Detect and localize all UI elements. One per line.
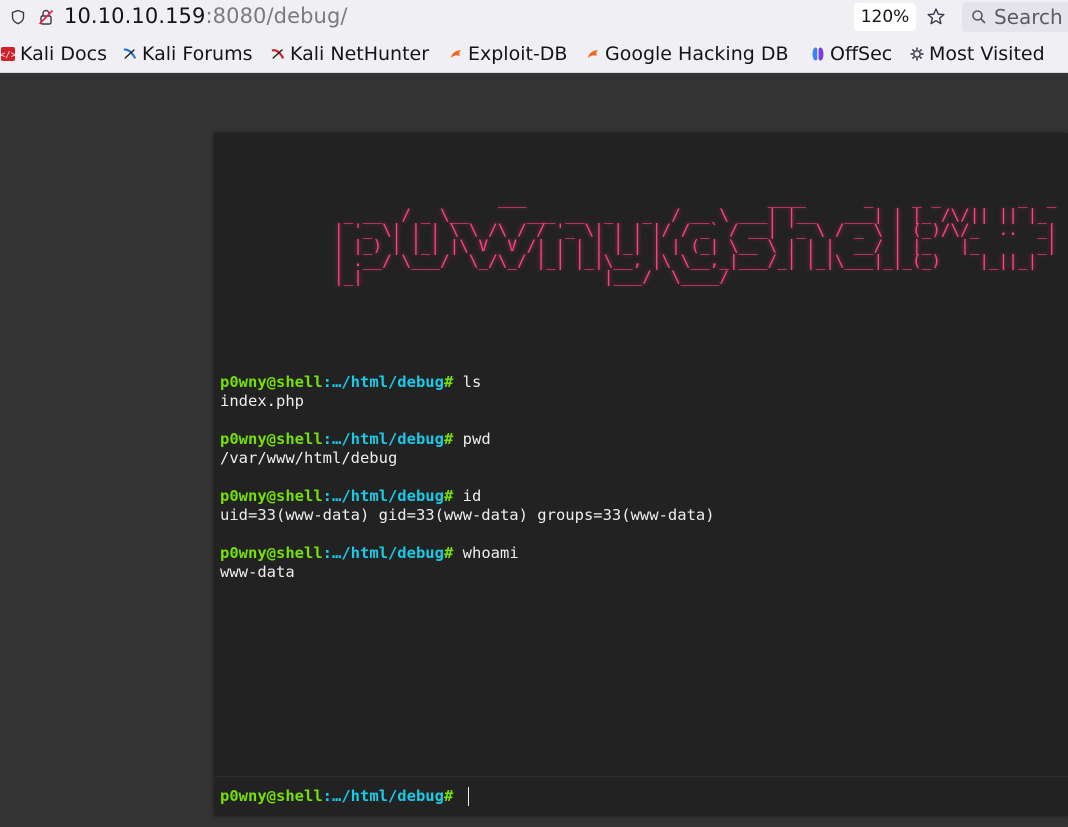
web-shell-terminal: ___ ____ _ _ _ _ _ _ __ / _ \__ ___ __ _… <box>214 133 1068 816</box>
bookmark-offsec[interactable]: OffSec <box>811 42 892 66</box>
insecure-lock-icon[interactable] <box>37 8 55 26</box>
command-line: p0wny@shell:…/html/debug# ls <box>220 373 1060 392</box>
prompt-hash: # <box>443 487 454 505</box>
command-block: p0wny@shell:…/html/debug# pwd/var/www/ht… <box>220 430 1060 468</box>
kali-nethunter-icon <box>271 47 285 61</box>
prompt-hash: # <box>443 373 454 391</box>
prompt-path: :…/html/debug <box>322 487 444 505</box>
prompt-path: :…/html/debug <box>322 373 444 391</box>
prompt-user: p0wny@shell <box>220 787 323 805</box>
prompt-path: :…/html/debug <box>322 430 444 448</box>
bookmarks-toolbar: </> Kali Docs Kali Forums Kali NetHunter… <box>0 36 1068 73</box>
bookmark-kali-forums[interactable]: Kali Forums <box>123 42 253 66</box>
command-output: uid=33(www-data) gid=33(www-data) groups… <box>220 506 715 524</box>
kali-forums-icon <box>123 47 137 61</box>
bookmark-label: Exploit-DB <box>468 43 568 65</box>
page-body: ___ ____ _ _ _ _ _ _ __ / _ \__ ___ __ _… <box>0 73 1068 827</box>
url-bar[interactable]: 10.10.10.159:8080/debug/ 120% Search <box>0 0 1068 36</box>
prompt-user: p0wny@shell <box>220 487 323 505</box>
prompt-user: p0wny@shell <box>220 544 323 562</box>
prompt-user: p0wny@shell <box>220 373 323 391</box>
bookmark-label: Kali Forums <box>142 43 253 65</box>
bookmark-label: Google Hacking DB <box>605 43 789 65</box>
prompt-path: :…/html/debug <box>322 787 444 805</box>
command-output: index.php <box>220 392 304 410</box>
input-prompt: p0wny@shell:…/html/debug# <box>220 787 453 805</box>
search-box[interactable]: Search <box>962 2 1068 32</box>
ghdb-icon <box>586 47 600 61</box>
command-text: pwd <box>462 430 491 448</box>
command-output: www-data <box>220 563 295 581</box>
url-path: :8080/debug/ <box>205 4 348 28</box>
command-line: p0wny@shell:…/html/debug# whoami <box>220 544 1060 563</box>
prompt-path: :…/html/debug <box>322 544 444 562</box>
prompt-hash: # <box>443 787 454 805</box>
command-input[interactable] <box>470 785 1050 807</box>
exploit-db-icon <box>449 47 463 61</box>
gear-icon <box>910 47 924 61</box>
shell-input-bar[interactable]: p0wny@shell:…/html/debug# <box>214 776 1068 816</box>
url-text[interactable]: 10.10.10.159:8080/debug/ <box>64 4 348 28</box>
zoom-level-button[interactable]: 120% <box>854 3 916 31</box>
url-host: 10.10.10.159 <box>64 4 206 28</box>
shell-banner-ascii-art: ___ ____ _ _ _ _ _ _ __ / _ \__ ___ __ _… <box>334 189 1057 286</box>
shield-icon[interactable] <box>9 8 27 26</box>
bookmark-google-hacking-db[interactable]: Google Hacking DB <box>586 42 789 66</box>
kali-docs-icon: </> <box>1 47 15 61</box>
bookmark-label: Most Visited <box>929 43 1045 65</box>
command-block: p0wny@shell:…/html/debug# whoami www-data <box>220 544 1060 582</box>
offsec-icon <box>811 47 825 61</box>
command-line: p0wny@shell:…/html/debug# id <box>220 487 1060 506</box>
command-block: p0wny@shell:…/html/debug# id uid=33(www-d… <box>220 487 1060 525</box>
command-line: p0wny@shell:…/html/debug# pwd <box>220 430 1060 449</box>
prompt-hash: # <box>443 430 454 448</box>
svg-text:</>: </> <box>1 51 15 61</box>
search-icon <box>972 10 986 24</box>
bookmark-kali-nethunter[interactable]: Kali NetHunter <box>271 42 429 66</box>
command-output: /var/www/html/debug <box>220 449 398 467</box>
command-text: whoami <box>462 544 519 562</box>
bookmark-most-visited[interactable]: Most Visited <box>910 42 1045 66</box>
command-text: id <box>462 487 482 505</box>
bookmark-label: OffSec <box>830 43 893 65</box>
bookmark-exploit-db[interactable]: Exploit-DB <box>449 42 567 66</box>
text-caret <box>468 787 469 806</box>
shell-output: p0wny@shell:…/html/debug# ls index.php p0w… <box>220 373 1060 601</box>
command-text: ls <box>462 373 482 391</box>
prompt-user: p0wny@shell <box>220 430 323 448</box>
bookmark-label: Kali Docs <box>20 43 107 65</box>
bookmark-kali-docs[interactable]: </> Kali Docs <box>1 42 107 66</box>
bookmark-label: Kali NetHunter <box>290 43 430 65</box>
bookmark-star-icon[interactable] <box>924 5 948 29</box>
search-label: Search <box>994 5 1063 29</box>
command-block: p0wny@shell:…/html/debug# ls index.php <box>220 373 1060 411</box>
prompt-hash: # <box>443 544 454 562</box>
